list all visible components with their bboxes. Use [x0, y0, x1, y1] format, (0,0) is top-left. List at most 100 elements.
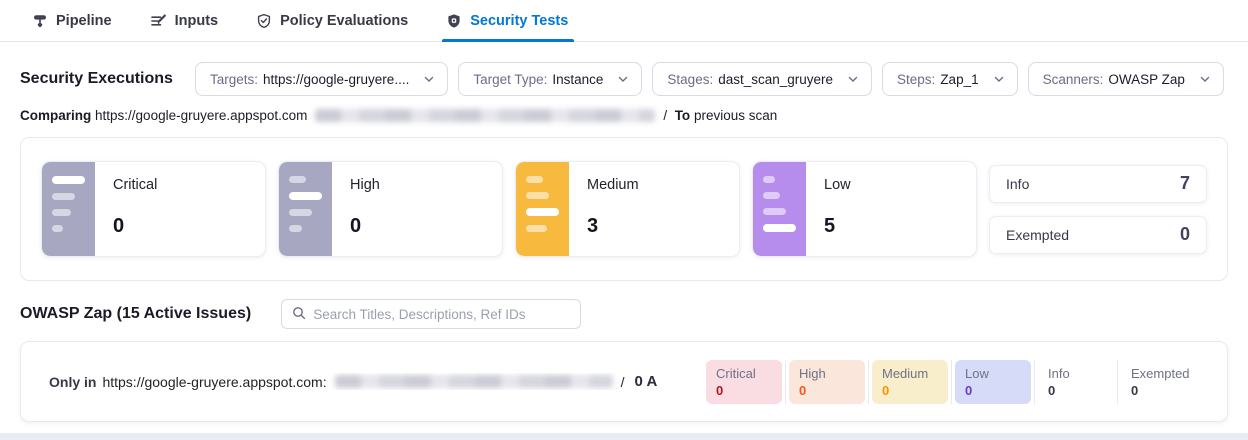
dropdown-label: Stages:: [667, 72, 713, 87]
diff-count-text: 0 A: [634, 373, 657, 390]
to-value: previous scan: [694, 108, 777, 123]
info-badge: Info 0: [1038, 360, 1114, 404]
comparing-url: https://google-gruyere.appspot.com: [95, 108, 307, 123]
badge-label: Low: [965, 366, 1021, 381]
shield-gear-icon: [446, 13, 462, 29]
severity-meter-icon: [753, 162, 806, 256]
divider: [951, 360, 952, 404]
chevron-down-icon: [993, 73, 1005, 85]
dropdown-label: Scanners:: [1043, 72, 1104, 87]
divider: [868, 360, 869, 404]
scanners-dropdown[interactable]: Scanners: OWASP Zap: [1028, 62, 1224, 96]
badge-value: 0: [882, 383, 938, 398]
exempted-summary-card[interactable]: Exempted 0: [989, 216, 1207, 254]
tab-label: Security Tests: [470, 13, 568, 29]
search-input[interactable]: [313, 307, 570, 322]
divider: [785, 360, 786, 404]
high-badge: High 0: [789, 360, 865, 404]
dropdown-label: Target Type:: [473, 72, 547, 87]
severity-count: 0: [350, 215, 380, 238]
stages-dropdown[interactable]: Stages: dast_scan_gruyere: [652, 62, 872, 96]
search-icon: [292, 306, 306, 323]
badge-value: 0: [965, 383, 1021, 398]
security-executions-heading: Security Executions: [20, 70, 173, 88]
severity-badges: Critical 0 High 0 Medium 0 Low 0 Info 0: [706, 360, 1197, 404]
badge-value: 0: [1131, 383, 1187, 398]
badge-value: 0: [716, 383, 772, 398]
critical-summary-card[interactable]: Critical 0: [41, 161, 266, 257]
critical-badge: Critical 0: [706, 360, 782, 404]
severity-count: 5: [824, 215, 851, 238]
filter-dropdowns: Targets: https://google-gruyere.... Targ…: [195, 62, 1224, 96]
comparing-separator: /: [663, 108, 667, 123]
redacted-scan-id: [315, 109, 655, 122]
inputs-icon: [150, 13, 167, 29]
chevron-down-icon: [617, 73, 629, 85]
target-type-dropdown[interactable]: Target Type: Instance: [458, 62, 642, 96]
severity-label: Medium: [587, 177, 639, 193]
high-summary-card[interactable]: High 0: [278, 161, 503, 257]
steps-dropdown[interactable]: Steps: Zap_1: [882, 62, 1018, 96]
tab-label: Pipeline: [56, 13, 112, 29]
exempted-count: 0: [1180, 224, 1190, 245]
tab-security-tests[interactable]: Security Tests: [446, 0, 568, 42]
severity-count: 0: [113, 215, 157, 238]
severity-label: High: [350, 177, 380, 193]
filter-row: Security Executions Targets: https://goo…: [20, 62, 1228, 96]
dropdown-value: https://google-gruyere....: [263, 72, 409, 87]
dropdown-value: OWASP Zap: [1108, 72, 1185, 87]
diff-separator: /: [621, 374, 625, 390]
severity-summary-panel: Critical 0 High 0 Medium 3: [20, 137, 1228, 281]
chevron-down-icon: [1199, 73, 1211, 85]
issue-diff-row[interactable]: Only in https://google-gruyere.appspot.c…: [20, 341, 1228, 422]
badge-label: Medium: [882, 366, 938, 381]
shield-check-icon: [256, 13, 272, 29]
badge-value: 0: [1048, 383, 1104, 398]
tab-policy-evaluations[interactable]: Policy Evaluations: [256, 0, 408, 42]
medium-summary-card[interactable]: Medium 3: [515, 161, 740, 257]
medium-badge: Medium 0: [872, 360, 948, 404]
redacted-scan-path: [335, 375, 613, 388]
comparing-label: Comparing: [20, 108, 91, 123]
badge-label: Critical: [716, 366, 772, 381]
severity-count: 3: [587, 215, 639, 238]
severity-meter-icon: [516, 162, 569, 256]
owasp-zap-heading: OWASP Zap (15 Active Issues): [20, 305, 251, 323]
info-count: 7: [1180, 173, 1190, 194]
info-summary-card[interactable]: Info 7: [989, 165, 1207, 203]
badge-label: Exempted: [1131, 366, 1187, 381]
severity-label: Low: [824, 177, 851, 193]
low-badge: Low 0: [955, 360, 1031, 404]
chevron-down-icon: [847, 73, 859, 85]
dropdown-label: Targets:: [210, 72, 258, 87]
tab-label: Policy Evaluations: [280, 13, 408, 29]
tab-inputs[interactable]: Inputs: [150, 0, 219, 42]
diff-text: Only in https://google-gruyere.appspot.c…: [49, 373, 716, 390]
low-summary-card[interactable]: Low 5: [752, 161, 977, 257]
tab-label: Inputs: [175, 13, 219, 29]
severity-label: Critical: [113, 177, 157, 193]
to-label: To: [675, 108, 691, 123]
tab-pipeline[interactable]: Pipeline: [32, 0, 112, 42]
dropdown-label: Steps:: [897, 72, 935, 87]
info-label: Info: [1006, 176, 1029, 192]
comparing-row: Comparing https://google-gruyere.appspot…: [20, 108, 1228, 123]
dropdown-value: Instance: [552, 72, 603, 87]
targets-dropdown[interactable]: Targets: https://google-gruyere....: [195, 62, 448, 96]
page-bottom-strip: [0, 433, 1248, 440]
exempted-badge: Exempted 0: [1121, 360, 1197, 404]
exempted-label: Exempted: [1006, 227, 1069, 243]
diff-url: https://google-gruyere.appspot.com:: [102, 374, 326, 390]
security-tests-panel: Security Executions Targets: https://goo…: [0, 62, 1248, 422]
severity-meter-icon: [279, 162, 332, 256]
severity-meter-icon: [42, 162, 95, 256]
badge-value: 0: [799, 383, 855, 398]
pipeline-icon: [32, 13, 48, 29]
chevron-down-icon: [423, 73, 435, 85]
dropdown-value: dast_scan_gruyere: [718, 72, 833, 87]
badge-label: Info: [1048, 366, 1104, 381]
dropdown-value: Zap_1: [940, 72, 978, 87]
divider: [1034, 360, 1035, 404]
issues-searchbox[interactable]: [281, 299, 581, 329]
divider: [1117, 360, 1118, 404]
